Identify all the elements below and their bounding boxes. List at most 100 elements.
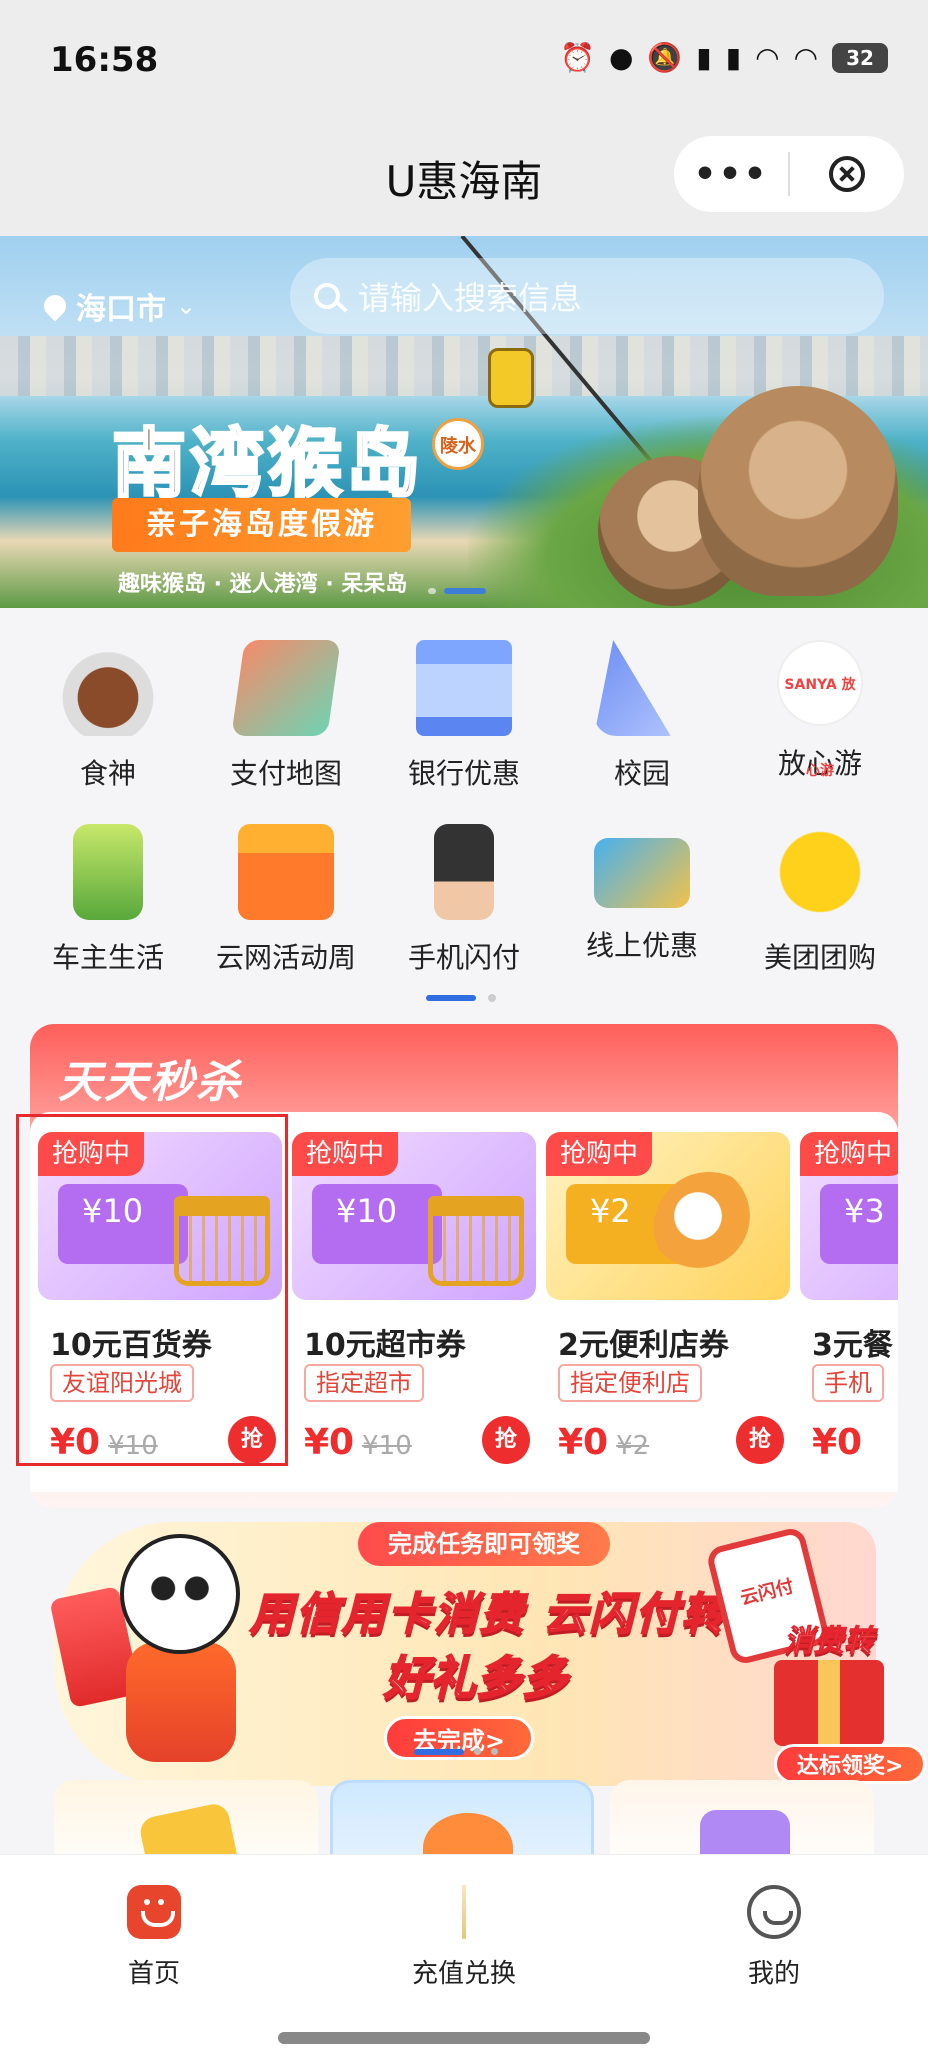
menu-label: 支付地图 bbox=[229, 757, 342, 790]
price-old: ¥2 bbox=[616, 1431, 650, 1461]
menu-label: 手机闪付 bbox=[407, 941, 520, 974]
menu-label: 美团团购 bbox=[763, 941, 876, 974]
menu-item-food[interactable]: 食神 bbox=[18, 640, 198, 792]
coupon-value: ¥10 bbox=[312, 1184, 442, 1264]
tab-home[interactable]: 首页 bbox=[54, 1885, 254, 1990]
menu-item-campus[interactable]: 校园 bbox=[552, 640, 732, 792]
grab-button[interactable]: 抢 bbox=[482, 1416, 530, 1464]
tab-recharge[interactable]: 充值兑换 bbox=[364, 1885, 564, 1990]
home-indicator[interactable] bbox=[278, 2032, 650, 2044]
promo-subtitle: 亲子海岛度假游 bbox=[112, 498, 411, 552]
coupon-shop: 指定超市 bbox=[304, 1364, 424, 1402]
tab-profile[interactable]: 我的 bbox=[674, 1885, 874, 1990]
menu-label: 校园 bbox=[613, 757, 670, 790]
menu-dot bbox=[488, 994, 496, 1002]
selection-highlight bbox=[16, 1114, 288, 1466]
gift-box-icon bbox=[238, 824, 334, 920]
campus-ruler-icon bbox=[594, 640, 671, 736]
coupon-card[interactable]: ¥3 抢购中 3元餐 手机 ¥0 bbox=[800, 1132, 898, 1463]
tab-label: 我的 bbox=[747, 1959, 800, 1989]
banner-dot-active bbox=[444, 588, 486, 594]
status-time: 16:58 bbox=[50, 40, 159, 80]
claim-reward-button[interactable]: 达标领奖> bbox=[774, 1744, 927, 1784]
menu-item-worry-free-travel[interactable]: SANYA 放心游 放心游 bbox=[730, 640, 910, 782]
coupon-price: ¥0 ¥2 bbox=[558, 1422, 649, 1463]
coupon-name: 10元超市券 bbox=[304, 1328, 466, 1363]
search-icon bbox=[314, 283, 340, 309]
location-icon: ● bbox=[608, 41, 634, 74]
bank-icon bbox=[416, 640, 512, 736]
status-badge: 抢购中 bbox=[546, 1132, 653, 1176]
close-button[interactable] bbox=[790, 156, 904, 192]
snack-illustration-icon bbox=[654, 1172, 764, 1282]
menu-label: 云网活动周 bbox=[215, 941, 356, 974]
menu-label: 车主生活 bbox=[51, 941, 164, 974]
profile-smile-icon bbox=[747, 1885, 801, 1939]
promo-banner[interactable]: 海口市 ⌄ 请输入搜索信息 南湾猴岛 陵水 亲子海岛度假游 趣味猴岛 · 迷人港… bbox=[0, 236, 928, 608]
coupon-image: ¥3 抢购中 bbox=[800, 1132, 898, 1300]
menu-item-online-offers[interactable]: 线上优惠 bbox=[552, 824, 732, 964]
sanya-logo-icon: SANYA 放心游 bbox=[777, 640, 863, 779]
coupon-image: ¥2 抢购中 bbox=[546, 1132, 790, 1300]
menu-pagination bbox=[426, 994, 496, 1002]
city-selector[interactable]: 海口市 ⌄ bbox=[39, 284, 197, 328]
menu-item-bank-offers[interactable]: 银行优惠 bbox=[374, 640, 554, 792]
coupon-price: ¥0 ¥10 bbox=[304, 1422, 412, 1463]
coupon-value: ¥3 bbox=[820, 1184, 898, 1264]
banner-monkey bbox=[698, 386, 898, 596]
home-smile-icon bbox=[127, 1885, 181, 1939]
grab-button[interactable]: 抢 bbox=[736, 1416, 784, 1464]
signal-5g-icon: ▮ bbox=[725, 41, 742, 74]
search-input[interactable]: 请输入搜索信息 bbox=[290, 258, 884, 334]
coupon-shop: 手机 bbox=[812, 1364, 884, 1402]
task-banner[interactable]: 完成任务即可领奖 用信用卡消费 云闪付转账 好礼多多 去完成> 云闪付 消费转账… bbox=[49, 1522, 927, 1786]
city-name: 海口市 bbox=[76, 292, 166, 327]
more-button[interactable]: ••• bbox=[674, 154, 788, 195]
task-main-text: 用信用卡消费 云闪付转账 bbox=[249, 1588, 774, 1641]
meituan-icon bbox=[772, 824, 868, 920]
close-icon bbox=[829, 156, 865, 192]
menu-item-activity-week[interactable]: 云网活动周 bbox=[196, 824, 376, 976]
wifi-icon: ◠ bbox=[793, 41, 818, 74]
search-placeholder: 请输入搜索信息 bbox=[358, 279, 583, 317]
gift-box-icon bbox=[774, 1660, 884, 1746]
price-now: ¥0 bbox=[558, 1422, 609, 1463]
task-ribbon: 完成任务即可领奖 bbox=[358, 1522, 610, 1566]
coupon-card[interactable]: ¥10 抢购中 10元超市券 指定超市 ¥0 ¥10 抢 bbox=[292, 1132, 536, 1464]
mute-icon: 🔕 bbox=[647, 41, 683, 74]
flash-sale-title: 天天秒杀 bbox=[58, 1057, 242, 1108]
menu-item-payment-map[interactable]: 支付地图 bbox=[196, 640, 376, 792]
chevron-down-icon: ⌄ bbox=[176, 292, 197, 320]
price-now: ¥0 bbox=[304, 1422, 355, 1463]
coupon-shop: 指定便利店 bbox=[558, 1364, 702, 1402]
task-gift-text: 好礼多多 bbox=[383, 1650, 569, 1706]
promo-tag: 陵水 bbox=[432, 418, 484, 470]
panda-mascot-icon bbox=[120, 1534, 240, 1654]
battery-icon: 32 bbox=[832, 43, 888, 73]
menu-dot-active bbox=[426, 995, 476, 1001]
menu-item-phone-pay[interactable]: 手机闪付 bbox=[374, 824, 554, 976]
coupon-price: ¥0 bbox=[812, 1422, 862, 1463]
menu-label: 食神 bbox=[79, 757, 136, 790]
banner-gondola bbox=[488, 348, 534, 408]
status-icons: ⏰ ● 🔕 ▮ ▮ ◠ ◠ 32 bbox=[560, 42, 888, 74]
location-pin-icon bbox=[39, 290, 71, 322]
coupon-name: 2元便利店券 bbox=[558, 1328, 729, 1363]
task-dot-active bbox=[414, 1748, 464, 1755]
coupon-ticket-icon bbox=[594, 838, 690, 908]
car-owner-icon bbox=[73, 824, 143, 920]
task-pagination bbox=[414, 1748, 498, 1755]
price-old: ¥10 bbox=[362, 1431, 412, 1461]
banner-dot bbox=[428, 588, 436, 594]
tab-bar: 首页 充值兑换 我的 bbox=[0, 1854, 928, 2062]
coupon-card[interactable]: ¥2 抢购中 2元便利店券 指定便利店 ¥0 ¥2 抢 bbox=[546, 1132, 790, 1464]
menu-item-car-owner[interactable]: 车主生活 bbox=[18, 824, 198, 976]
recharge-icon bbox=[462, 1885, 466, 1939]
menu-item-meituan[interactable]: 美团团购 bbox=[730, 824, 910, 976]
signal-4g-icon: ▮ bbox=[696, 41, 712, 74]
tab-label: 充值兑换 bbox=[411, 1959, 516, 1989]
price-now: ¥0 bbox=[812, 1422, 863, 1463]
promo-line: 趣味猴岛 · 迷人港湾 · 呆呆岛 bbox=[118, 572, 408, 597]
title-bar: U惠海南 ••• bbox=[0, 120, 928, 236]
food-bowl-icon bbox=[60, 640, 156, 736]
